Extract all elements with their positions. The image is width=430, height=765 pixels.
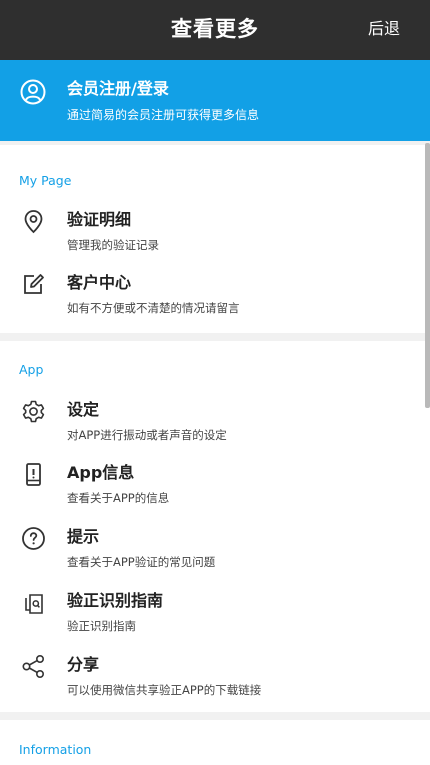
top-bar: 查看更多 后退 bbox=[0, 0, 430, 60]
menu-item-subtitle: 如有不方便或不清楚的情况请留言 bbox=[67, 301, 240, 315]
settings-list[interactable]: My Page 验证明细 管理我的验证记录 客户中心 如有不方便或不清楚的情况请… bbox=[0, 141, 430, 765]
edit-icon bbox=[21, 272, 46, 297]
section-label-app: App bbox=[19, 362, 44, 377]
menu-item-title: 设定 bbox=[67, 400, 100, 419]
menu-item-customer-center[interactable]: 客户中心 如有不方便或不清楚的情况请留言 bbox=[0, 269, 425, 329]
menu-item-title: 提示 bbox=[67, 527, 100, 546]
guide-icon bbox=[21, 590, 46, 615]
member-login-subtitle: 通过简易的会员注册可获得更多信息 bbox=[67, 108, 260, 122]
menu-item-title: 客户中心 bbox=[67, 273, 132, 292]
menu-item-settings[interactable]: 设定 对APP进行振动或者声音的设定 bbox=[0, 396, 425, 456]
menu-item-share[interactable]: 分享 可以使用微信共享验正APP的下载链接 bbox=[0, 651, 425, 711]
share-icon bbox=[21, 654, 46, 679]
section-my-page: My Page 验证明细 管理我的验证记录 客户中心 如有不方便或不清楚的情况请… bbox=[0, 145, 430, 333]
menu-item-title: 验证明细 bbox=[67, 210, 132, 229]
menu-item-subtitle: 管理我的验证记录 bbox=[67, 238, 159, 252]
page-title: 查看更多 bbox=[171, 17, 259, 41]
gear-icon bbox=[21, 399, 46, 424]
phone-info-icon bbox=[21, 462, 46, 487]
section-app: App 设定 对APP进行振动或者声音的设定 App信息 查看关于APP的信息 … bbox=[0, 341, 430, 712]
menu-item-subtitle: 可以使用微信共享验正APP的下载链接 bbox=[67, 683, 262, 697]
menu-item-subtitle: 查看关于APP的信息 bbox=[67, 491, 170, 505]
scrollbar[interactable] bbox=[425, 143, 430, 408]
section-label-my-page: My Page bbox=[19, 173, 72, 188]
member-login-title: 会员注册/登录 bbox=[67, 79, 169, 98]
menu-item-subtitle: 验正识别指南 bbox=[67, 619, 136, 633]
menu-item-identification-guide[interactable]: 验正识别指南 验正识别指南 bbox=[0, 587, 425, 647]
user-icon bbox=[20, 79, 46, 105]
question-icon bbox=[21, 526, 46, 551]
menu-item-title: App信息 bbox=[67, 463, 135, 482]
menu-item-subtitle: 对APP进行振动或者声音的设定 bbox=[67, 428, 227, 442]
menu-item-subtitle: 查看关于APP验证的常见问题 bbox=[67, 555, 216, 569]
menu-item-app-info[interactable]: App信息 查看关于APP的信息 bbox=[0, 459, 425, 519]
back-button[interactable]: 后退 bbox=[368, 0, 400, 60]
section-label-information: Information bbox=[19, 742, 92, 757]
menu-item-verification-history[interactable]: 验证明细 管理我的验证记录 bbox=[0, 206, 425, 266]
menu-item-title: 验正识别指南 bbox=[67, 591, 164, 610]
menu-item-tips[interactable]: 提示 查看关于APP验证的常见问题 bbox=[0, 523, 425, 583]
member-login-banner[interactable]: 会员注册/登录 通过简易的会员注册可获得更多信息 bbox=[0, 60, 430, 141]
menu-item-title: 分享 bbox=[67, 655, 100, 674]
location-pin-icon bbox=[21, 209, 46, 234]
section-information: Information bbox=[0, 720, 430, 765]
